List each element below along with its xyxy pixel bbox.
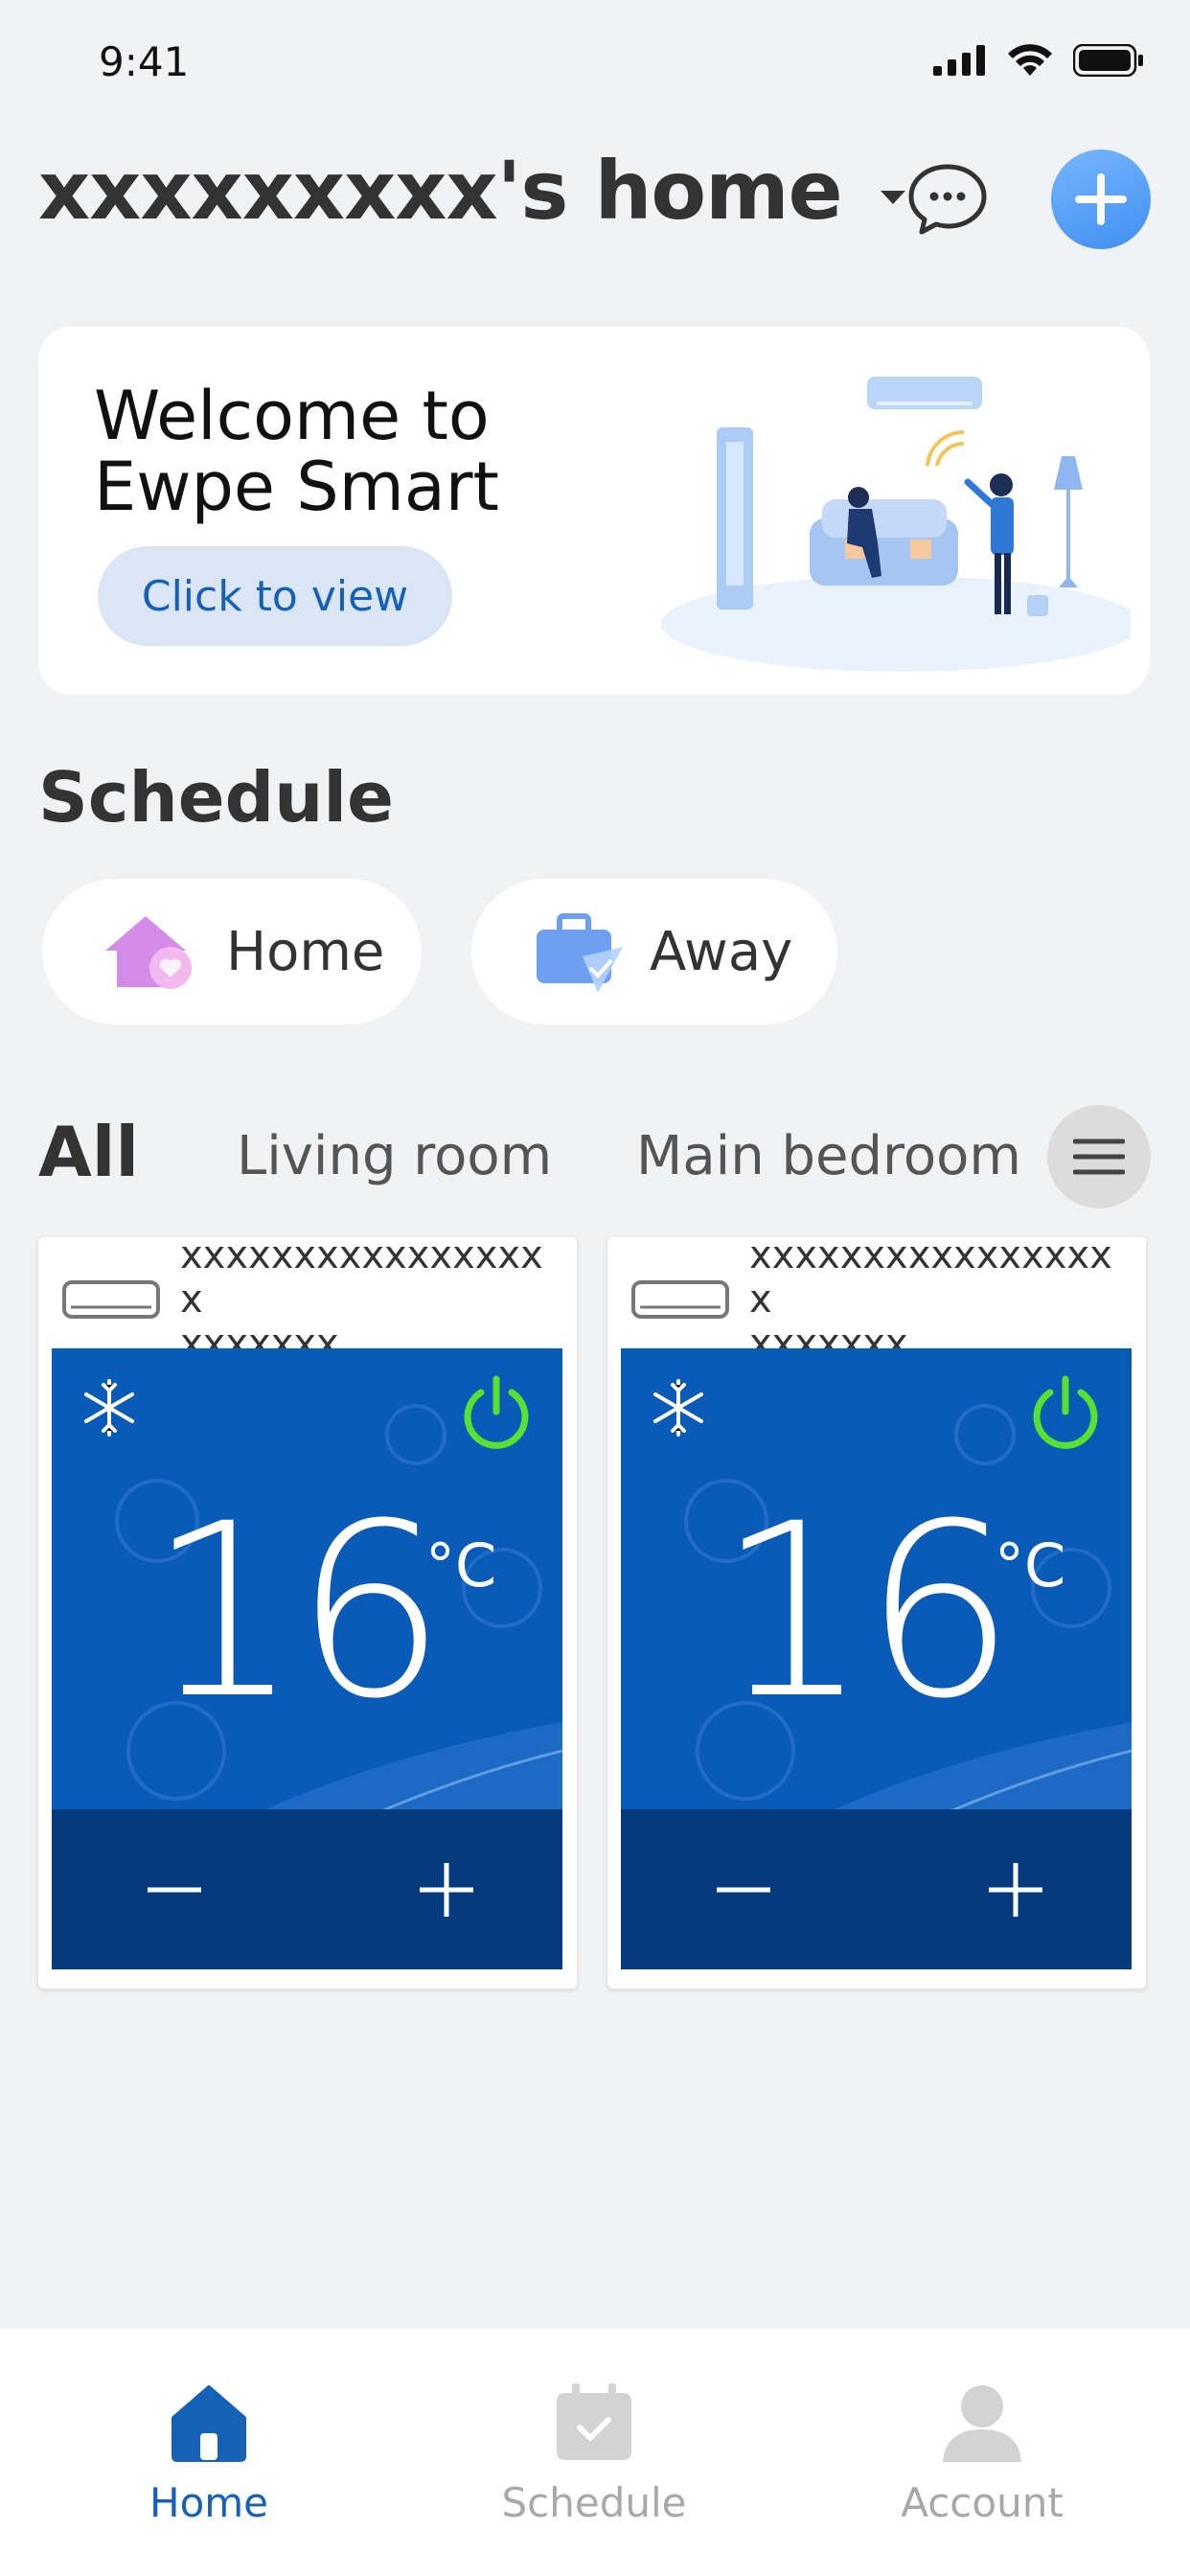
device-name: xxxxxxxxxxxxxxxxx xxxxxxx <box>180 1233 543 1366</box>
device-name: xxxxxxxxxxxxxxxxx xxxxxxx <box>749 1233 1112 1366</box>
wifi-icon <box>1008 44 1052 76</box>
schedule-section-title: Schedule <box>38 757 394 838</box>
message-button[interactable] <box>905 161 990 238</box>
increase-temp-button[interactable] <box>399 1842 494 1938</box>
snowflake-icon <box>653 1379 703 1437</box>
nav-home-label: Home <box>149 2479 269 2526</box>
nav-account[interactable]: Account <box>838 2381 1126 2526</box>
schedule-home-label: Home <box>226 920 385 983</box>
cellular-signal-icon <box>933 45 985 76</box>
decrease-temp-button[interactable] <box>696 1842 791 1938</box>
device-control-panel[interactable]: 16 °C <box>52 1348 562 1969</box>
suitcase-icon <box>537 913 623 993</box>
minus-icon <box>148 1887 201 1893</box>
schedule-away-label: Away <box>650 920 793 983</box>
hamburger-menu-icon <box>1073 1138 1125 1175</box>
power-icon[interactable] <box>458 1373 535 1454</box>
click-to-view-button[interactable]: Click to view <box>98 546 452 646</box>
minus-icon <box>717 1887 770 1893</box>
tab-main-bedroom[interactable]: Main bedroom <box>636 1125 1021 1187</box>
decrease-temp-button[interactable] <box>126 1842 222 1938</box>
home-selector[interactable]: xxxxxxxxx's home <box>38 144 909 238</box>
temperature-unit: °C <box>995 1530 1066 1600</box>
calendar-check-icon <box>557 2383 631 2460</box>
welcome-title: Welcome to Ewpe Smart <box>94 380 499 522</box>
tab-living-room[interactable]: Living room <box>237 1125 552 1187</box>
device-header: xxxxxxxxxxxxxxxxx xxxxxxx <box>630 1233 1129 1366</box>
device-header: xxxxxxxxxxxxxxxxx xxxxxxx <box>61 1233 560 1366</box>
temperature-value: 16 <box>148 1472 446 1751</box>
chat-bubble-icon <box>908 164 987 235</box>
snowflake-icon <box>84 1379 134 1437</box>
air-conditioner-icon <box>62 1280 160 1319</box>
plus-icon <box>420 1863 473 1917</box>
temperature-unit: °C <box>425 1530 497 1600</box>
home-icon <box>172 2385 246 2462</box>
bottom-navigation: Home Schedule Account <box>0 2329 1190 2576</box>
nav-schedule[interactable]: Schedule <box>450 2381 738 2526</box>
status-time: 9:41 <box>99 38 190 85</box>
tab-all[interactable]: All <box>38 1112 139 1192</box>
caret-down-icon <box>880 191 905 205</box>
device-card[interactable]: xxxxxxxxxxxxxxxxx xxxxxxx 16 °C <box>38 1233 577 1989</box>
increase-temp-button[interactable] <box>968 1842 1064 1938</box>
schedule-away-button[interactable]: Away <box>471 879 837 1024</box>
add-device-button[interactable] <box>1051 150 1151 249</box>
status-icons <box>933 43 1144 78</box>
temperature-value: 16 <box>717 1472 1016 1751</box>
nav-schedule-label: Schedule <box>501 2479 687 2526</box>
nav-account-label: Account <box>901 2479 1064 2526</box>
device-control-panel[interactable]: 16 °C <box>621 1348 1132 1969</box>
welcome-banner[interactable]: Welcome to Ewpe Smart Click to view <box>38 327 1150 695</box>
welcome-title-line2: Ewpe Smart <box>94 448 499 526</box>
home-heart-icon <box>105 916 192 989</box>
home-title: xxxxxxxxx's home <box>38 144 843 238</box>
device-card[interactable]: xxxxxxxxxxxxxxxxx xxxxxxx 16 °C <box>607 1233 1146 1989</box>
plus-icon <box>989 1863 1042 1917</box>
room-menu-button[interactable] <box>1047 1105 1151 1208</box>
welcome-title-line1: Welcome to <box>94 377 490 455</box>
person-icon <box>943 2385 1021 2462</box>
plus-icon <box>1075 173 1127 225</box>
power-icon[interactable] <box>1027 1373 1104 1454</box>
battery-icon <box>1073 44 1143 77</box>
air-conditioner-icon <box>631 1280 729 1319</box>
welcome-illustration <box>661 377 1131 672</box>
nav-home[interactable]: Home <box>65 2381 353 2526</box>
schedule-home-button[interactable]: Home <box>42 879 422 1024</box>
